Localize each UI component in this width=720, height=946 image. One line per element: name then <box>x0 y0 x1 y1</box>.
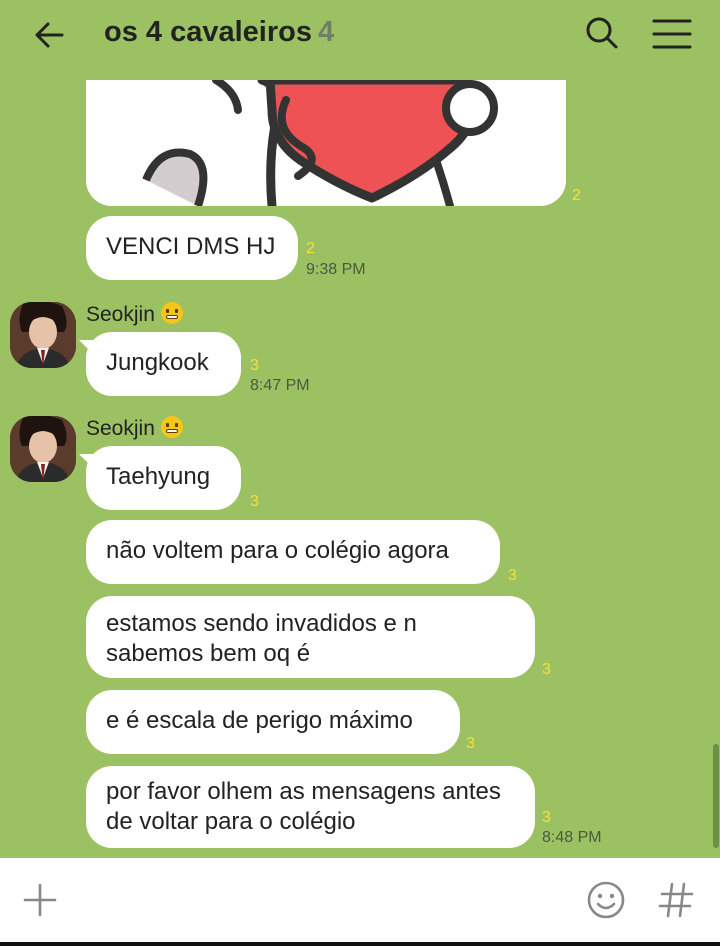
message-time: 9:38 PM <box>306 261 366 278</box>
avatar[interactable] <box>10 302 76 368</box>
read-count: 2 <box>572 187 581 204</box>
avatar[interactable] <box>10 416 76 482</box>
message-bubble[interactable]: não voltem para o colégio agora <box>86 520 500 584</box>
sender-name-text: Seokjin <box>86 417 155 440</box>
search-icon[interactable] <box>582 14 622 54</box>
read-count: 3 <box>542 661 551 678</box>
scrollbar[interactable] <box>713 744 719 848</box>
heart-sticker-image <box>86 80 566 206</box>
message-list[interactable]: 2 VENCI DMS HJ 2 9:38 PM Seokjin Jungkoo… <box>0 70 720 858</box>
chat-header: os 4 cavaleiros 4 <box>0 0 720 70</box>
message-bubble[interactable]: por favor olhem as mensagens antes de vo… <box>86 766 535 848</box>
chat-name: os 4 cavaleiros <box>104 16 312 48</box>
hamburger-menu-icon[interactable] <box>650 14 694 54</box>
read-count: 3 <box>508 567 517 584</box>
profile-photo <box>10 416 76 482</box>
message-bubble[interactable]: VENCI DMS HJ <box>86 216 298 280</box>
message-time: 8:48 PM <box>542 829 602 846</box>
sticker-message[interactable] <box>86 80 566 206</box>
hashtag-icon[interactable] <box>656 878 696 922</box>
composer-bar <box>0 858 720 942</box>
plus-icon[interactable] <box>22 882 58 918</box>
member-count: 4 <box>317 16 335 48</box>
message-bubble[interactable]: Taehyung <box>86 446 241 510</box>
arrow-left-icon[interactable] <box>30 14 72 56</box>
sender-name: Seokjin <box>86 416 183 441</box>
read-count: 3 <box>542 809 551 826</box>
sender-name-text: Seokjin <box>86 303 155 326</box>
read-count: 3 <box>466 735 475 752</box>
message-bubble[interactable]: Jungkook <box>86 332 241 396</box>
read-count: 3 <box>250 493 259 510</box>
message-bubble[interactable]: estamos sendo invadidos e n sabemos bem … <box>86 596 535 678</box>
grimacing-face-emoji-icon <box>160 302 183 324</box>
message-bubble[interactable]: e é escala de perigo máximo <box>86 690 460 754</box>
chat-title[interactable]: os 4 cavaleiros 4 <box>104 16 334 49</box>
read-count: 3 <box>250 357 259 374</box>
profile-photo <box>10 302 76 368</box>
sender-name: Seokjin <box>86 302 183 327</box>
smiley-icon[interactable] <box>586 880 626 920</box>
message-time: 8:47 PM <box>250 377 310 394</box>
system-nav-strip <box>0 942 720 946</box>
grimacing-face-emoji-icon <box>160 416 183 438</box>
read-count: 2 <box>306 240 315 257</box>
